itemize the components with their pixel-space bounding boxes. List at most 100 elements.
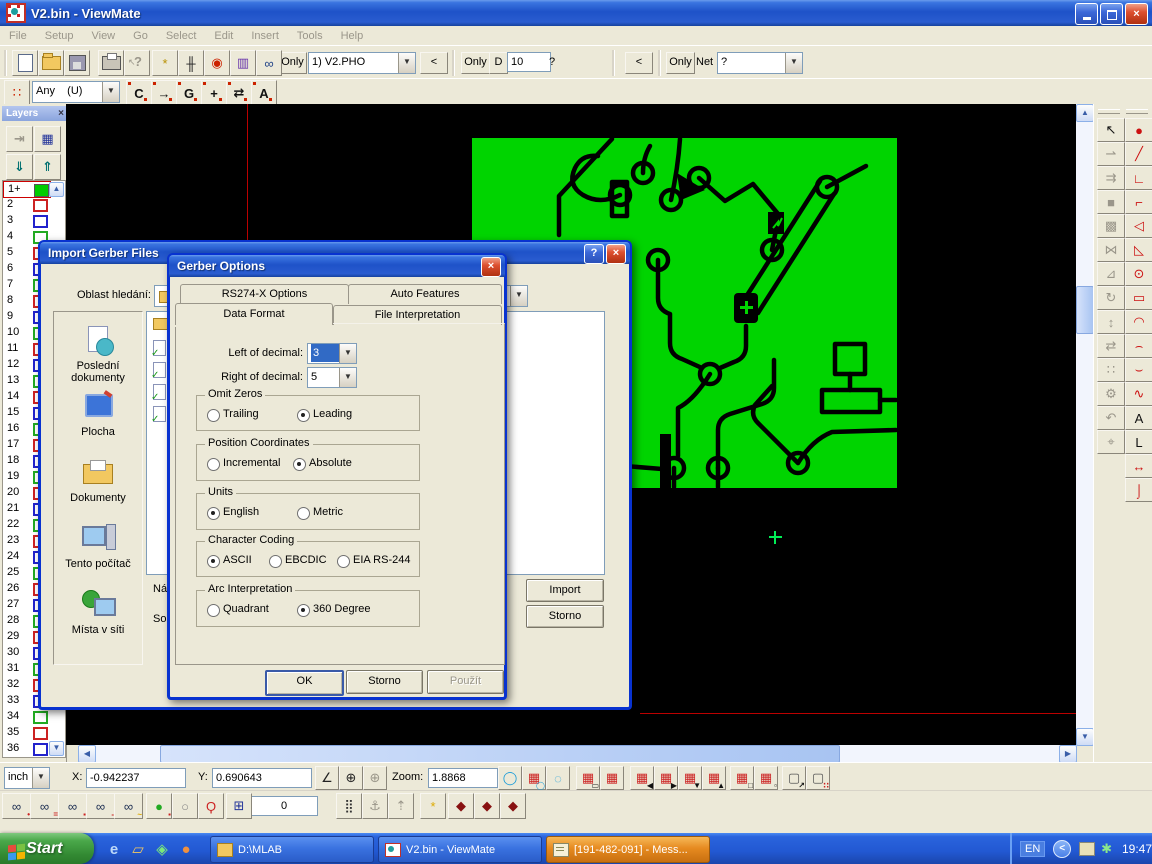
- draw-curve-tool[interactable]: ∿: [1125, 382, 1152, 406]
- flash-button[interactable]: *: [420, 793, 446, 819]
- target-dcode-button[interactable]: ◉: [204, 50, 230, 76]
- grid-dialog-button[interactable]: ▦▭: [576, 766, 600, 790]
- new-file-button[interactable]: [12, 50, 38, 76]
- gerber-dialog-titlebar[interactable]: Gerber Options ×: [169, 255, 505, 277]
- move-origin-button[interactable]: ⇡: [388, 793, 414, 819]
- net-combobox[interactable]: ?▼: [717, 52, 803, 74]
- highlight-lamp-on-button[interactable]: ●▪: [146, 793, 172, 819]
- radio-incremental[interactable]: [207, 458, 220, 471]
- highlight-lamp-off-button[interactable]: ○: [172, 793, 198, 819]
- gerber-file-item-icon[interactable]: [153, 362, 166, 378]
- layer-color-swatch[interactable]: [33, 727, 48, 740]
- pan-up-button[interactable]: ▦▲: [702, 766, 726, 790]
- draw-circle-tool[interactable]: ⊙: [1125, 262, 1152, 286]
- highlight-flash-button[interactable]: *: [152, 50, 178, 76]
- layer-up-button[interactable]: ⇑: [34, 154, 61, 180]
- draw-rect-tool[interactable]: ▭: [1125, 286, 1152, 310]
- ok-button[interactable]: OK: [265, 670, 344, 696]
- gerber-file-item-icon[interactable]: [153, 384, 166, 400]
- only-dcode-toggle[interactable]: Only: [461, 52, 490, 74]
- pan-down-button[interactable]: ▦▼: [678, 766, 702, 790]
- draw-pad-tool[interactable]: ●: [1125, 118, 1152, 142]
- select-group-button-button[interactable]: G: [176, 80, 202, 106]
- clock[interactable]: 19:47: [1122, 842, 1152, 856]
- import-cancel-button[interactable]: Storno: [526, 605, 604, 628]
- draw-label-tool[interactable]: L: [1125, 430, 1152, 454]
- menu-go[interactable]: Go: [124, 28, 157, 44]
- menu-select[interactable]: Select: [157, 28, 206, 44]
- left-of-decimal-combobox[interactable]: 3 ▼: [307, 343, 357, 364]
- close-button[interactable]: ×: [1125, 3, 1148, 25]
- select-area-button[interactable]: ▢∷: [806, 766, 830, 790]
- layer-table-button[interactable]: ▦: [34, 126, 61, 152]
- view-filter-traces-button[interactable]: ∞=: [30, 793, 59, 819]
- layer-colors-button[interactable]: ▥: [230, 50, 256, 76]
- canvas-hscrollbar[interactable]: ◀ ▶: [78, 745, 1076, 762]
- place-tento-po-ta-[interactable]: Tento počítač: [54, 522, 142, 570]
- only-net-toggle[interactable]: Only: [666, 52, 695, 74]
- draw-corner-tool[interactable]: ⌐: [1125, 190, 1152, 214]
- radio-absolute[interactable]: [293, 458, 306, 471]
- draw-arc-chord-tool[interactable]: ⌣: [1125, 358, 1152, 382]
- radio-leading[interactable]: [297, 409, 310, 422]
- import-button[interactable]: Import: [526, 579, 604, 602]
- inspect-measure-button[interactable]: ∞: [256, 50, 282, 76]
- zoom-in-button[interactable]: ◯: [498, 766, 522, 790]
- tab-rs274x-options[interactable]: RS274-X Options: [180, 284, 349, 304]
- radio-eia-rs-244[interactable]: [337, 555, 350, 568]
- tab-auto-features[interactable]: Auto Features: [348, 284, 502, 304]
- view-filter-polygons-button[interactable]: ∞▪: [58, 793, 87, 819]
- grid-snap-button[interactable]: ▦□: [730, 766, 754, 790]
- select-component-button-button[interactable]: C: [126, 80, 152, 106]
- language-indicator[interactable]: EN: [1020, 841, 1045, 857]
- angle-button[interactable]: ∠: [315, 766, 339, 790]
- diamond-pad-1-button[interactable]: ◆: [448, 793, 474, 819]
- pan-right-button[interactable]: ▦▶: [654, 766, 678, 790]
- scroll-up-icon[interactable]: ▲: [1076, 104, 1094, 122]
- layer-color-swatch[interactable]: [33, 199, 48, 212]
- canvas-vscrollbar[interactable]: ▲ ▼: [1076, 104, 1093, 745]
- taskbar-task-1[interactable]: D:\MLAB: [210, 836, 374, 863]
- layer-combobox[interactable]: 1) V2.PHO▼: [308, 52, 416, 74]
- layer-color-swatch[interactable]: [33, 711, 48, 724]
- layer-color-swatch[interactable]: [33, 743, 48, 756]
- chevron-down-icon[interactable]: ▼: [32, 768, 49, 788]
- radio-ascii[interactable]: [207, 555, 220, 568]
- diamond-pad-3-button[interactable]: ◆: [500, 793, 526, 819]
- gerber-file-item-icon[interactable]: [153, 340, 166, 356]
- grid-toggle-button[interactable]: ▦: [600, 766, 624, 790]
- layer-color-swatch[interactable]: [33, 215, 48, 228]
- prev-layer-button[interactable]: <: [420, 52, 448, 74]
- select-text-button-button[interactable]: A: [251, 80, 277, 106]
- selection-mode-button[interactable]: ∷: [4, 80, 30, 106]
- tile-windows-button[interactable]: ⊞: [226, 793, 252, 819]
- radio-metric[interactable]: [297, 507, 310, 520]
- draw-triangle-tool[interactable]: ◺: [1125, 238, 1152, 262]
- pointer-tool[interactable]: ↖: [1097, 118, 1125, 142]
- draw-arc-angle-tool[interactable]: ◁: [1125, 214, 1152, 238]
- dcode-input[interactable]: 10: [507, 52, 551, 72]
- menu-setup[interactable]: Setup: [36, 28, 83, 44]
- chevron-down-icon[interactable]: ▼: [339, 368, 356, 387]
- open-file-button[interactable]: [38, 50, 64, 76]
- layer-row-3[interactable]: 3: [3, 213, 49, 229]
- view-filter-selection-button[interactable]: ∞-: [86, 793, 115, 819]
- tab-data-format[interactable]: Data Format: [175, 303, 333, 325]
- gerber-file-item-icon[interactable]: [153, 406, 166, 422]
- taskbar-task-2[interactable]: V2.bin - ViewMate: [378, 836, 542, 863]
- start-button[interactable]: Start: [0, 833, 94, 864]
- layer-shift-button[interactable]: ⇥: [6, 126, 33, 152]
- measure-window-button[interactable]: ▢↗: [782, 766, 806, 790]
- layers-scroll-up-icon[interactable]: ▲: [49, 182, 64, 197]
- radio-quadrant[interactable]: [207, 604, 220, 617]
- grid-dots-button[interactable]: ⣿: [336, 793, 362, 819]
- hide-icons-chevron[interactable]: <: [1053, 840, 1071, 858]
- menu-insert[interactable]: Insert: [242, 28, 288, 44]
- draw-line-tool[interactable]: ╱: [1125, 142, 1152, 166]
- layer-color-swatch[interactable]: [34, 184, 49, 197]
- vscroll-thumb[interactable]: [1076, 286, 1094, 334]
- chevron-down-icon[interactable]: ▼: [102, 82, 119, 102]
- balloon-marker-button[interactable]: Ϙ: [198, 793, 224, 819]
- firefox-icon[interactable]: ●: [176, 839, 196, 859]
- draw-dimension-tool[interactable]: ↔: [1125, 454, 1152, 478]
